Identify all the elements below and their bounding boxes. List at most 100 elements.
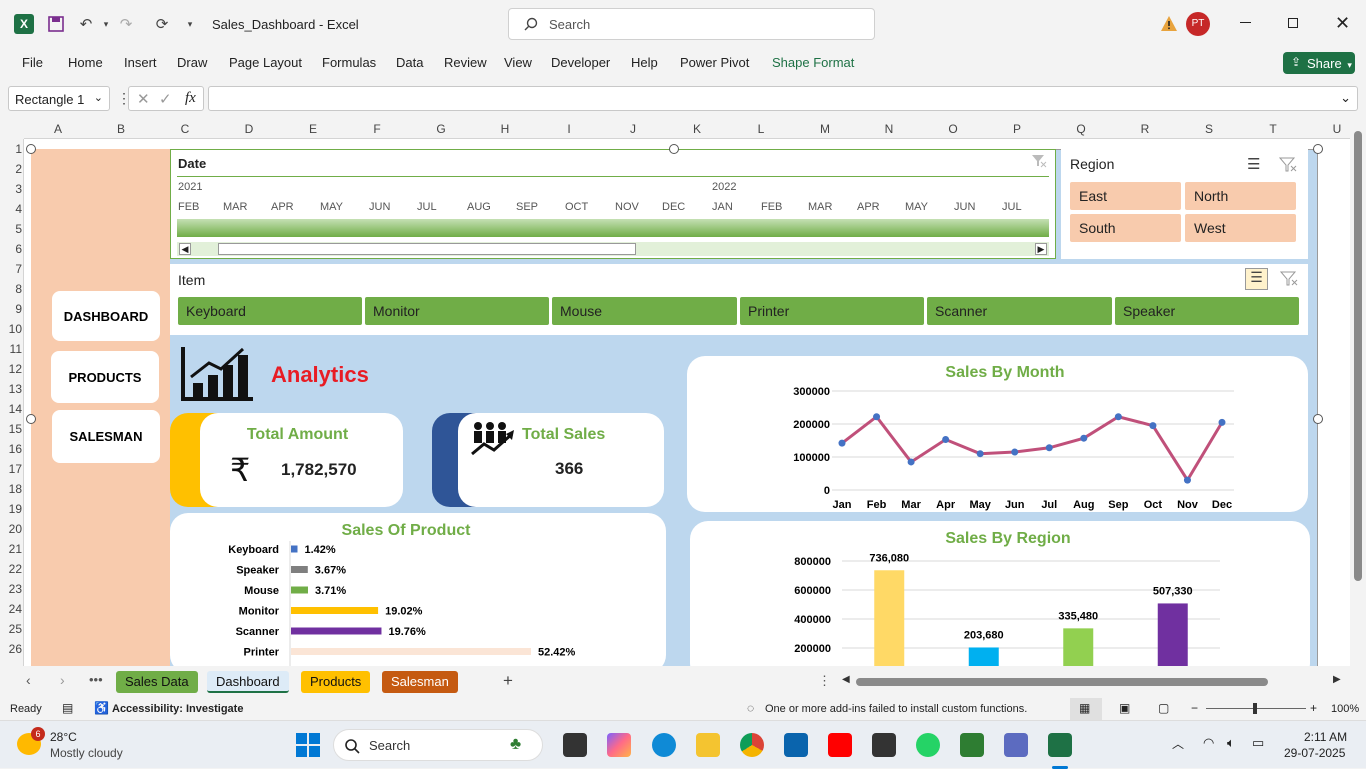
row-header[interactable]: 24 [0, 602, 22, 616]
column-header[interactable]: P [1007, 122, 1027, 136]
row-header[interactable]: 10 [0, 322, 22, 336]
row-header[interactable]: 4 [0, 202, 22, 216]
region-chip-east[interactable]: East [1070, 182, 1181, 210]
app-icon[interactable] [1004, 733, 1028, 757]
column-header[interactable]: C [175, 122, 195, 136]
m-app-icon[interactable] [872, 733, 896, 757]
zoom-in-icon[interactable]: + [1310, 701, 1317, 715]
tab-insert[interactable]: Insert [124, 55, 157, 70]
item-chip-printer[interactable]: Printer [740, 297, 924, 325]
date-timeline-slicer[interactable]: Date 2021 2022 FEB MAR APR MAY JUN JUL A… [170, 149, 1056, 259]
formula-input[interactable]: ⌄ [208, 86, 1358, 111]
row-header[interactable]: 8 [0, 282, 22, 296]
column-header[interactable]: T [1263, 122, 1283, 136]
multi-select-icon[interactable]: ☰ [1247, 155, 1260, 173]
column-header[interactable]: S [1199, 122, 1219, 136]
column-header[interactable]: E [303, 122, 323, 136]
region-chip-north[interactable]: North [1185, 182, 1296, 210]
column-header[interactable]: K [687, 122, 707, 136]
row-header[interactable]: 26 [0, 642, 22, 656]
column-header[interactable]: H [495, 122, 515, 136]
sales-by-region-chart[interactable]: 8000006000004000002000000736,080203,6803… [690, 521, 1310, 666]
timeline-scrollbar[interactable]: ◀ ▶ [177, 242, 1049, 256]
sheet-tab-sales-data[interactable]: Sales Data [116, 671, 198, 693]
row-header[interactable]: 11 [0, 342, 22, 356]
tab-view[interactable]: View [504, 55, 532, 70]
youtube-icon[interactable] [828, 733, 852, 757]
tab-shape-format[interactable]: Shape Format [772, 55, 854, 70]
refresh-icon[interactable]: ⟳ [152, 14, 172, 34]
column-header[interactable]: I [559, 122, 579, 136]
column-header[interactable]: M [815, 122, 835, 136]
column-header[interactable]: G [431, 122, 451, 136]
tab-home[interactable]: Home [68, 55, 103, 70]
cancel-icon[interactable]: ✕ [137, 90, 150, 108]
timeline-selection-bar[interactable] [177, 219, 1049, 237]
row-header[interactable]: 6 [0, 242, 22, 256]
row-header[interactable]: 17 [0, 462, 22, 476]
insert-function-icon[interactable]: fx [185, 90, 196, 107]
row-header[interactable]: 18 [0, 482, 22, 496]
tab-power-pivot[interactable]: Power Pivot [680, 55, 749, 70]
weather-temp[interactable]: 28°C [50, 730, 77, 744]
column-header[interactable]: O [943, 122, 963, 136]
windows-start-icon[interactable] [296, 733, 320, 757]
resize-handle[interactable] [26, 144, 36, 154]
taskbar-search[interactable]: Search ♣ [333, 729, 543, 761]
accessibility-icon[interactable]: ♿ [94, 701, 109, 715]
sheet-tab-products[interactable]: Products [301, 671, 371, 693]
column-header[interactable]: D [239, 122, 259, 136]
clock-time[interactable]: 2:11 AM [1304, 730, 1347, 744]
file-explorer-icon[interactable] [696, 733, 720, 757]
clear-filter-icon[interactable] [1031, 154, 1047, 168]
tab-draw[interactable]: Draw [177, 55, 207, 70]
name-box[interactable]: Rectangle 1 ⌄ [8, 86, 110, 111]
tab-review[interactable]: Review [444, 55, 487, 70]
vertical-scroll-thumb[interactable] [1354, 131, 1362, 581]
restore-icon[interactable] [1288, 18, 1298, 28]
row-header[interactable]: 23 [0, 582, 22, 596]
page-break-view-icon[interactable]: ▢ [1158, 701, 1169, 715]
customize-toolbar-icon[interactable]: ▾ [180, 14, 200, 34]
enter-icon[interactable]: ✓ [159, 90, 172, 108]
clock-date[interactable]: 29-07-2025 [1284, 746, 1345, 760]
row-header[interactable]: 1 [0, 142, 22, 156]
row-header[interactable]: 12 [0, 362, 22, 376]
sheet-tab-salesman[interactable]: Salesman [382, 671, 458, 693]
salesman-nav-button[interactable]: SALESMAN [52, 410, 160, 463]
volume-icon[interactable]: 🔈︎ [1227, 735, 1235, 751]
column-header[interactable]: A [48, 122, 68, 136]
next-sheet-icon[interactable]: › [60, 672, 65, 688]
page-layout-view-icon[interactable]: ▣ [1119, 701, 1130, 715]
region-chip-south[interactable]: South [1070, 214, 1181, 242]
tab-file[interactable]: File [22, 55, 43, 70]
warning-icon[interactable] [1160, 15, 1178, 32]
column-header[interactable]: L [751, 122, 771, 136]
normal-view-icon[interactable]: ▦ [1070, 698, 1102, 720]
item-chip-scanner[interactable]: Scanner [927, 297, 1112, 325]
row-header[interactable]: 16 [0, 442, 22, 456]
chevron-up-icon[interactable]: ︿ [1172, 735, 1184, 752]
sales-by-month-chart[interactable]: 300000 200000 100000 0Jan Feb Mar Apr May Jun Jul… [687, 356, 1308, 512]
scroll-right-icon[interactable]: ▶ [1035, 243, 1047, 255]
row-header[interactable]: 25 [0, 622, 22, 636]
zoom-out-icon[interactable]: − [1191, 701, 1198, 715]
row-header[interactable]: 15 [0, 422, 22, 436]
row-header[interactable]: 22 [0, 562, 22, 576]
column-header[interactable]: J [623, 122, 643, 136]
tab-data[interactable]: Data [396, 55, 423, 70]
column-header[interactable]: N [879, 122, 899, 136]
row-header[interactable]: 20 [0, 522, 22, 536]
tab-developer[interactable]: Developer [551, 55, 610, 70]
column-header[interactable]: F [367, 122, 387, 136]
edge-icon[interactable] [652, 733, 676, 757]
timeline-scroll-thumb[interactable] [218, 243, 636, 255]
addin-message[interactable]: One or more add-ins failed to install cu… [765, 703, 1027, 715]
column-header[interactable]: Q [1071, 122, 1091, 136]
excel-taskbar-icon[interactable] [1048, 733, 1072, 757]
item-slicer[interactable]: Item ☰ Keyboard Monitor Mouse Printer Sc… [170, 264, 1308, 335]
add-sheet-icon[interactable]: + [503, 671, 513, 691]
item-chip-speaker[interactable]: Speaker [1115, 297, 1299, 325]
clear-filter-icon[interactable] [1279, 157, 1297, 173]
clear-filter-icon[interactable] [1280, 271, 1298, 287]
